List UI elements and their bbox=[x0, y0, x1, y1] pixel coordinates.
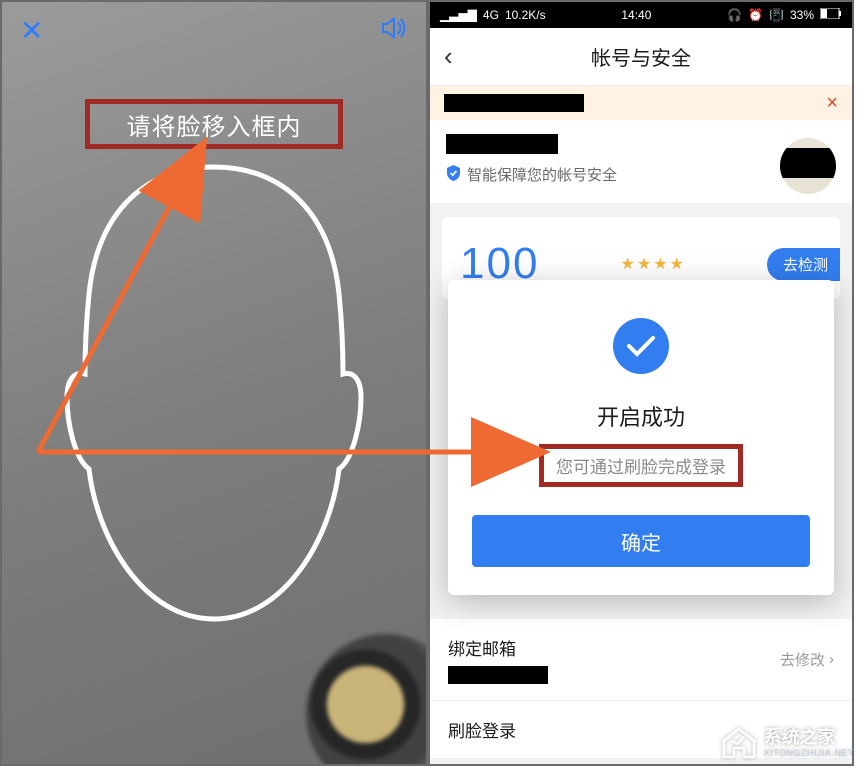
watermark: 系统之家 XITONGZHIJIA.NET bbox=[720, 726, 854, 760]
success-check-icon bbox=[613, 318, 669, 374]
battery-percent: 33% bbox=[790, 8, 814, 22]
modal-subtitle-highlight-box: 您可通过刷脸完成登录 bbox=[539, 444, 743, 487]
network-type: 4G bbox=[483, 8, 499, 22]
security-tagline-row: 智能保障您的帐号安全 bbox=[446, 164, 836, 185]
house-icon bbox=[720, 726, 758, 760]
detect-button[interactable]: 去检测 bbox=[767, 248, 840, 281]
account-security-screen: ▁▃▅▇ 4G 10.2K/s 14:40 🎧 ⏰ 📳 33% ‹ 帐号与安全 … bbox=[428, 0, 854, 766]
security-tagline: 智能保障您的帐号安全 bbox=[467, 164, 617, 185]
face-login-label: 刷脸登录 bbox=[448, 717, 516, 742]
status-time: 14:40 bbox=[621, 8, 651, 22]
battery-icon bbox=[820, 8, 842, 22]
email-value-redacted bbox=[448, 666, 548, 684]
status-bar: ▁▃▅▇ 4G 10.2K/s 14:40 🎧 ⏰ 📳 33% bbox=[430, 2, 852, 28]
face-scan-top-bar: ✕ bbox=[2, 2, 426, 45]
watermark-name: 系统之家 bbox=[764, 727, 836, 747]
chevron-right-icon: › bbox=[829, 651, 834, 668]
tutorial-composite: ✕ 请将脸移入框内 ▁▃▅▇ 4G 10.2K/s 14: bbox=[0, 0, 860, 768]
modal-title: 开启成功 bbox=[472, 400, 810, 432]
notice-banner[interactable]: × bbox=[430, 86, 852, 120]
avatar-redacted bbox=[780, 148, 836, 178]
list-item-bind-email[interactable]: 绑定邮箱 去修改 › bbox=[430, 619, 852, 701]
sound-icon[interactable] bbox=[380, 16, 408, 45]
success-modal: 开启成功 您可通过刷脸完成登录 确定 bbox=[448, 280, 834, 595]
banner-text-redacted bbox=[444, 94, 584, 112]
signal-icon: ▁▃▅▇ bbox=[440, 8, 477, 22]
close-icon[interactable]: ✕ bbox=[20, 17, 43, 45]
instruction-highlight-box: 请将脸移入框内 bbox=[85, 99, 343, 149]
nav-header: ‹ 帐号与安全 bbox=[430, 28, 852, 86]
face-scan-instruction: 请将脸移入框内 bbox=[127, 107, 302, 142]
camera-reflection-decor bbox=[283, 611, 428, 766]
headset-icon: 🎧 bbox=[727, 8, 742, 22]
banner-close-icon[interactable]: × bbox=[826, 92, 838, 115]
watermark-url: XITONGZHIJIA.NET bbox=[764, 748, 854, 758]
bind-email-label: 绑定邮箱 bbox=[448, 635, 548, 660]
avatar[interactable] bbox=[780, 138, 836, 194]
alarm-icon: ⏰ bbox=[748, 8, 763, 22]
network-speed: 10.2K/s bbox=[505, 8, 546, 22]
bind-email-action: 去修改 › bbox=[780, 649, 834, 670]
account-name-redacted bbox=[446, 134, 558, 154]
face-scan-screen: ✕ 请将脸移入框内 bbox=[0, 0, 428, 766]
shield-icon bbox=[446, 165, 461, 185]
vibrate-icon: 📳 bbox=[769, 8, 784, 22]
page-title: 帐号与安全 bbox=[591, 42, 691, 71]
back-icon[interactable]: ‹ bbox=[444, 41, 453, 72]
modal-subtitle: 您可通过刷脸完成登录 bbox=[556, 458, 726, 477]
account-info-card: 智能保障您的帐号安全 bbox=[430, 120, 852, 203]
rating-stars: ★★★★ bbox=[621, 254, 686, 274]
face-outline-guide bbox=[49, 159, 379, 629]
confirm-button[interactable]: 确定 bbox=[472, 515, 810, 567]
